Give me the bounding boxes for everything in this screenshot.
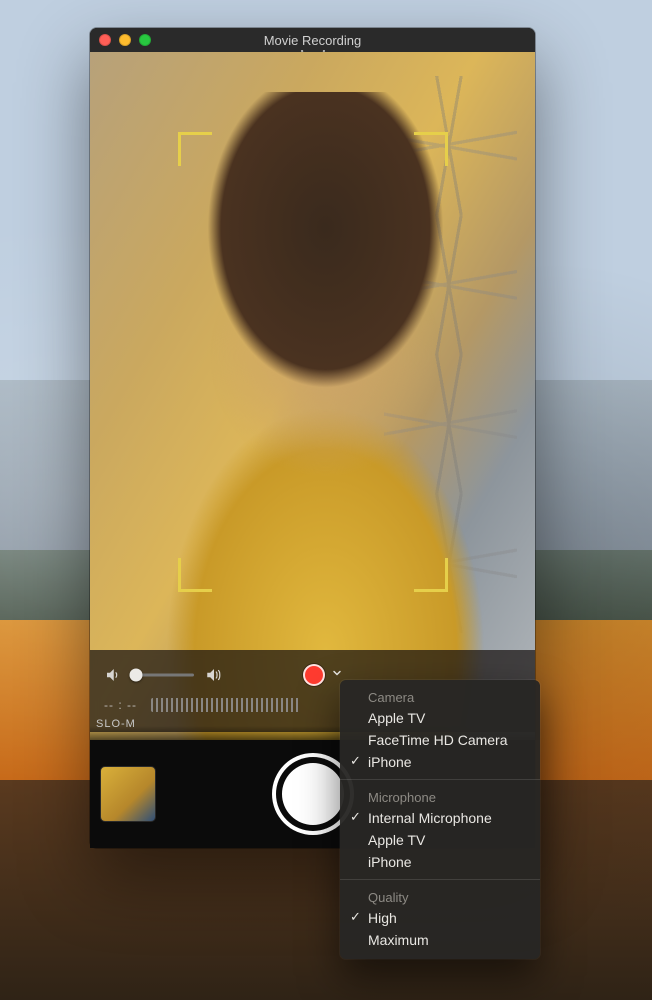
menu-section-quality-title: Quality <box>340 886 540 907</box>
menu-item-mic-0[interactable]: Internal Microphone <box>340 807 540 829</box>
zoom-window-button[interactable] <box>139 34 151 46</box>
camera-mode-label: SLO-M <box>96 718 136 730</box>
audio-level-meter <box>151 698 301 712</box>
volume-low-icon <box>104 666 122 684</box>
menu-section-camera-title: Camera <box>340 686 540 707</box>
focus-corner-tl <box>178 132 212 166</box>
window-title: Movie Recording <box>90 33 535 48</box>
menu-item-quality-0[interactable]: High <box>340 907 540 929</box>
menu-section-microphone-title: Microphone <box>340 786 540 807</box>
titlebar[interactable]: Movie Recording <box>90 28 535 52</box>
close-window-button[interactable] <box>99 34 111 46</box>
focus-corner-tr <box>414 132 448 166</box>
shutter-button[interactable] <box>276 757 350 831</box>
menu-item-quality-1[interactable]: Maximum <box>340 929 540 951</box>
focus-corner-br <box>414 558 448 592</box>
window-controls <box>90 34 151 46</box>
menu-item-camera-0[interactable]: Apple TV <box>340 707 540 729</box>
volume-slider[interactable] <box>132 667 194 683</box>
menu-item-mic-1[interactable]: Apple TV <box>340 829 540 851</box>
focus-frame <box>208 272 418 552</box>
record-button[interactable] <box>303 664 325 686</box>
menu-item-camera-2[interactable]: iPhone <box>340 751 540 773</box>
menu-separator <box>340 879 540 880</box>
menu-item-camera-1[interactable]: FaceTime HD Camera <box>340 729 540 751</box>
minimize-window-button[interactable] <box>119 34 131 46</box>
menu-separator <box>340 779 540 780</box>
menu-item-mic-2[interactable]: iPhone <box>340 851 540 873</box>
volume-high-icon <box>204 666 224 684</box>
record-options-menu[interactable]: Camera Apple TV FaceTime HD Camera iPhon… <box>340 680 540 959</box>
last-photo-thumbnail[interactable] <box>100 766 156 822</box>
timecode-display: -- : -- <box>104 698 137 712</box>
focus-corner-bl <box>178 558 212 592</box>
